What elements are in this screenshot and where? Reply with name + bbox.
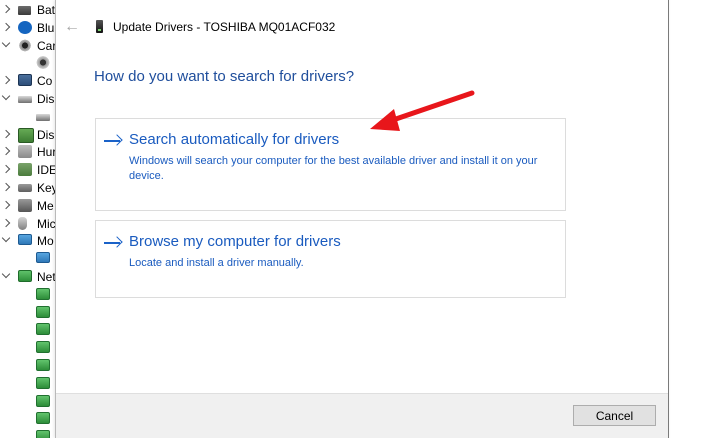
dialog-titlebar: ← Update Drivers - TOSHIBA MQ01ACF032 bbox=[56, 14, 668, 44]
mouse-icon bbox=[18, 216, 27, 230]
monitor-device-icon bbox=[36, 252, 50, 264]
option-title: Browse my computer for drivers bbox=[129, 233, 341, 250]
chevron-down-icon[interactable] bbox=[1, 234, 11, 243]
search-automatically-option[interactable]: Search automatically for drivers Windows… bbox=[95, 118, 566, 211]
browse-computer-option[interactable]: Browse my computer for drivers Locate an… bbox=[95, 220, 566, 298]
tree-item[interactable] bbox=[0, 357, 60, 375]
chevron-right-icon[interactable] bbox=[1, 200, 11, 210]
chevron-right-icon[interactable] bbox=[1, 4, 11, 14]
bluetooth-icon bbox=[18, 20, 32, 34]
arrow-right-icon bbox=[103, 236, 123, 250]
network-adapter-icon bbox=[36, 430, 50, 438]
monitor-icon bbox=[18, 234, 32, 246]
tree-item[interactable] bbox=[0, 304, 60, 322]
cancel-button[interactable]: Cancel bbox=[573, 405, 656, 426]
tree-item-label: Hur bbox=[37, 145, 57, 160]
dialog-footer: Cancel bbox=[56, 393, 668, 438]
dialog-heading: How do you want to search for drivers? bbox=[94, 68, 355, 85]
tree-item-label: IDE bbox=[37, 163, 58, 178]
chevron-right-icon[interactable] bbox=[1, 164, 11, 174]
tree-item[interactable] bbox=[0, 393, 60, 411]
tree-item-label: Disl bbox=[37, 92, 57, 106]
chevron-right-icon[interactable] bbox=[1, 182, 11, 192]
tree-item[interactable] bbox=[0, 54, 60, 72]
chevron-right-icon[interactable] bbox=[1, 75, 11, 85]
tree-item[interactable] bbox=[0, 286, 60, 304]
disk-icon bbox=[18, 96, 32, 103]
network-adapter-icon bbox=[36, 341, 50, 354]
tree-item[interactable]: Mo bbox=[0, 232, 60, 250]
arrow-right-icon bbox=[103, 134, 123, 148]
network-adapter-icon bbox=[36, 287, 50, 300]
tree-item[interactable]: Bat bbox=[0, 1, 60, 19]
battery-icon bbox=[18, 6, 31, 15]
tree-item[interactable]: Co bbox=[0, 72, 60, 90]
tree-item[interactable] bbox=[0, 108, 60, 126]
tree-item[interactable] bbox=[0, 375, 60, 393]
tree-item[interactable] bbox=[0, 410, 60, 428]
option-description: Locate and install a driver manually. bbox=[129, 257, 304, 269]
camera-icon bbox=[18, 38, 32, 52]
disk-drive-icon bbox=[96, 20, 103, 33]
tree-item[interactable] bbox=[0, 428, 60, 438]
background-window-edge bbox=[668, 0, 728, 438]
webcam-icon bbox=[36, 56, 50, 70]
back-arrow-icon[interactable]: ← bbox=[62, 17, 82, 37]
chevron-down-icon[interactable] bbox=[1, 269, 11, 279]
tree-item[interactable]: Car bbox=[0, 37, 60, 55]
hid-icon bbox=[18, 145, 32, 159]
tree-item-label: Blu bbox=[37, 20, 55, 35]
tree-item-label: Me bbox=[37, 198, 54, 213]
memory-icon bbox=[18, 198, 32, 212]
screenshot-root: Bat Blu Car Co Disl Disp Hur IDE Key Me Mic Mo Net ←… bbox=[0, 0, 728, 438]
network-icon bbox=[18, 270, 32, 282]
disk-drive-icon bbox=[36, 113, 50, 121]
tree-item[interactable]: IDE bbox=[0, 161, 60, 179]
tree-item[interactable]: Disp bbox=[0, 126, 60, 144]
network-adapter-icon bbox=[36, 412, 50, 425]
keyboard-icon bbox=[18, 184, 32, 192]
network-adapter-icon bbox=[36, 359, 50, 371]
tree-item-label: Bat bbox=[37, 3, 56, 17]
chevron-right-icon[interactable] bbox=[1, 129, 11, 138]
dialog-title: Update Drivers - TOSHIBA MQ01ACF032 bbox=[113, 20, 336, 34]
option-description: Windows will search your computer for th… bbox=[129, 155, 538, 182]
tree-item-label: Co bbox=[37, 74, 53, 89]
tree-item[interactable]: Me bbox=[0, 197, 60, 215]
tree-item[interactable] bbox=[0, 250, 60, 268]
tree-item[interactable]: Hur bbox=[0, 143, 60, 161]
display-adapter-icon bbox=[18, 127, 34, 143]
tree-item[interactable]: Mic bbox=[0, 215, 60, 233]
device-manager-tree: Bat Blu Car Co Disl Disp Hur IDE Key Me Mic Mo Net bbox=[0, 0, 60, 438]
network-adapter-icon bbox=[36, 323, 50, 336]
computer-icon bbox=[18, 74, 32, 87]
tree-item-label: Mic bbox=[37, 216, 56, 231]
network-adapter-icon bbox=[36, 305, 50, 318]
ide-icon bbox=[18, 163, 32, 177]
tree-item-label: Car bbox=[37, 38, 57, 53]
tree-item[interactable] bbox=[0, 339, 60, 357]
tree-item[interactable] bbox=[0, 321, 60, 339]
tree-item[interactable]: Net bbox=[0, 268, 60, 286]
tree-item[interactable]: Blu bbox=[0, 19, 60, 37]
network-adapter-icon bbox=[36, 376, 50, 389]
chevron-down-icon[interactable] bbox=[1, 91, 11, 101]
tree-item-label: Net bbox=[37, 270, 56, 284]
update-drivers-dialog: ← Update Drivers - TOSHIBA MQ01ACF032 Ho… bbox=[55, 0, 669, 438]
chevron-right-icon[interactable] bbox=[1, 218, 11, 227]
chevron-right-icon[interactable] bbox=[1, 22, 11, 32]
tree-item-label: Mo bbox=[37, 234, 54, 249]
chevron-right-icon[interactable] bbox=[1, 147, 11, 156]
network-adapter-icon bbox=[36, 394, 50, 407]
chevron-down-icon[interactable] bbox=[1, 38, 11, 47]
tree-item[interactable]: Key bbox=[0, 179, 60, 197]
tree-item[interactable]: Disl bbox=[0, 90, 60, 108]
option-title: Search automatically for drivers bbox=[129, 131, 340, 148]
